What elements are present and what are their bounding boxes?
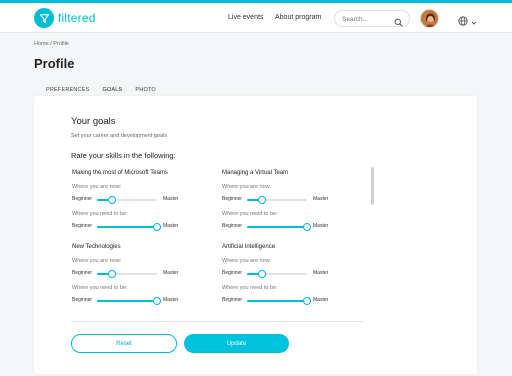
slider-handle[interactable] bbox=[303, 297, 311, 305]
language-selector[interactable] bbox=[458, 13, 477, 31]
slider-handle[interactable] bbox=[153, 297, 161, 305]
skill-slider-track[interactable] bbox=[247, 270, 307, 278]
slider-handle[interactable] bbox=[258, 196, 266, 204]
search-icon[interactable] bbox=[394, 14, 403, 32]
beginner-label: Beginner bbox=[222, 223, 243, 229]
skill-slider-track[interactable] bbox=[97, 297, 161, 305]
slider-label: Where you need to be: bbox=[222, 285, 278, 291]
search-input[interactable] bbox=[342, 14, 392, 24]
update-button[interactable]: Update bbox=[184, 334, 289, 353]
rate-heading: Rate your skills in the following: bbox=[71, 151, 176, 160]
logo[interactable]: filtered bbox=[34, 8, 96, 28]
beginner-label: Beginner bbox=[72, 223, 93, 229]
skill-title: Managing a Virtual Team bbox=[222, 170, 289, 176]
skill-slider-track[interactable] bbox=[97, 196, 157, 204]
nav-about-program[interactable]: About program bbox=[275, 14, 321, 21]
master-label: Master bbox=[163, 196, 179, 202]
beginner-label: Beginner bbox=[72, 297, 93, 303]
section-subtitle: Set your career and development goals bbox=[71, 133, 168, 139]
slider-handle[interactable] bbox=[108, 196, 116, 204]
breadcrumb-home[interactable]: Home bbox=[34, 41, 49, 47]
breadcrumb-current: Profile bbox=[53, 41, 69, 47]
beginner-label: Beginner bbox=[72, 196, 93, 202]
skill-title: Making the most of Microsoft Teams bbox=[72, 170, 168, 176]
slider-label: Where you are now: bbox=[72, 258, 122, 264]
skill-slider-track[interactable] bbox=[247, 196, 307, 204]
slider-fill bbox=[247, 226, 307, 228]
beginner-label: Beginner bbox=[222, 297, 243, 303]
slider-label: Where you need to be: bbox=[222, 211, 278, 217]
top-navbar: filtered Live events About program bbox=[0, 3, 512, 33]
skill-slider-track[interactable] bbox=[97, 223, 161, 231]
slider-handle[interactable] bbox=[303, 223, 311, 231]
funnel-icon bbox=[34, 8, 54, 28]
master-label: Master bbox=[163, 223, 179, 229]
slider-label: Where you are now: bbox=[72, 184, 122, 190]
avatar[interactable] bbox=[420, 9, 439, 28]
breadcrumb: Home / Profile bbox=[34, 41, 69, 47]
beginner-label: Beginner bbox=[222, 270, 243, 276]
slider-handle[interactable] bbox=[258, 270, 266, 278]
master-label: Master bbox=[313, 270, 329, 276]
page-title: Profile bbox=[34, 56, 75, 71]
slider-fill bbox=[97, 300, 157, 302]
breadcrumb-separator: / bbox=[50, 41, 52, 47]
slider-handle[interactable] bbox=[153, 223, 161, 231]
slider-label: Where you are now: bbox=[222, 184, 272, 190]
reset-button[interactable]: Reset bbox=[71, 334, 177, 353]
slider-fill bbox=[247, 300, 307, 302]
slider-label: Where you need to be: bbox=[72, 285, 128, 291]
master-label: Master bbox=[163, 297, 179, 303]
section-title: Your goals bbox=[71, 116, 116, 127]
skill-slider-track[interactable] bbox=[247, 297, 311, 305]
master-label: Master bbox=[313, 297, 329, 303]
beginner-label: Beginner bbox=[72, 270, 93, 276]
logo-text: filtered bbox=[58, 11, 96, 25]
slider-fill bbox=[97, 226, 157, 228]
chevron-down-icon bbox=[471, 13, 477, 31]
skill-title: Artificial Intelligence bbox=[222, 244, 276, 250]
slider-label: Where you are now: bbox=[222, 258, 272, 264]
slider-handle[interactable] bbox=[108, 270, 116, 278]
master-label: Master bbox=[163, 270, 179, 276]
beginner-label: Beginner bbox=[222, 196, 243, 202]
master-label: Master bbox=[313, 223, 329, 229]
skill-title: New Technologies bbox=[72, 244, 121, 250]
globe-icon bbox=[458, 13, 468, 31]
skill-slider-track[interactable] bbox=[97, 270, 157, 278]
skill-slider-track[interactable] bbox=[247, 223, 311, 231]
master-label: Master bbox=[313, 196, 329, 202]
scrollbar[interactable] bbox=[371, 167, 374, 205]
search-box[interactable] bbox=[334, 10, 410, 27]
nav-live-events[interactable]: Live events bbox=[228, 14, 263, 21]
slider-label: Where you need to be: bbox=[72, 211, 128, 217]
divider bbox=[71, 321, 364, 322]
